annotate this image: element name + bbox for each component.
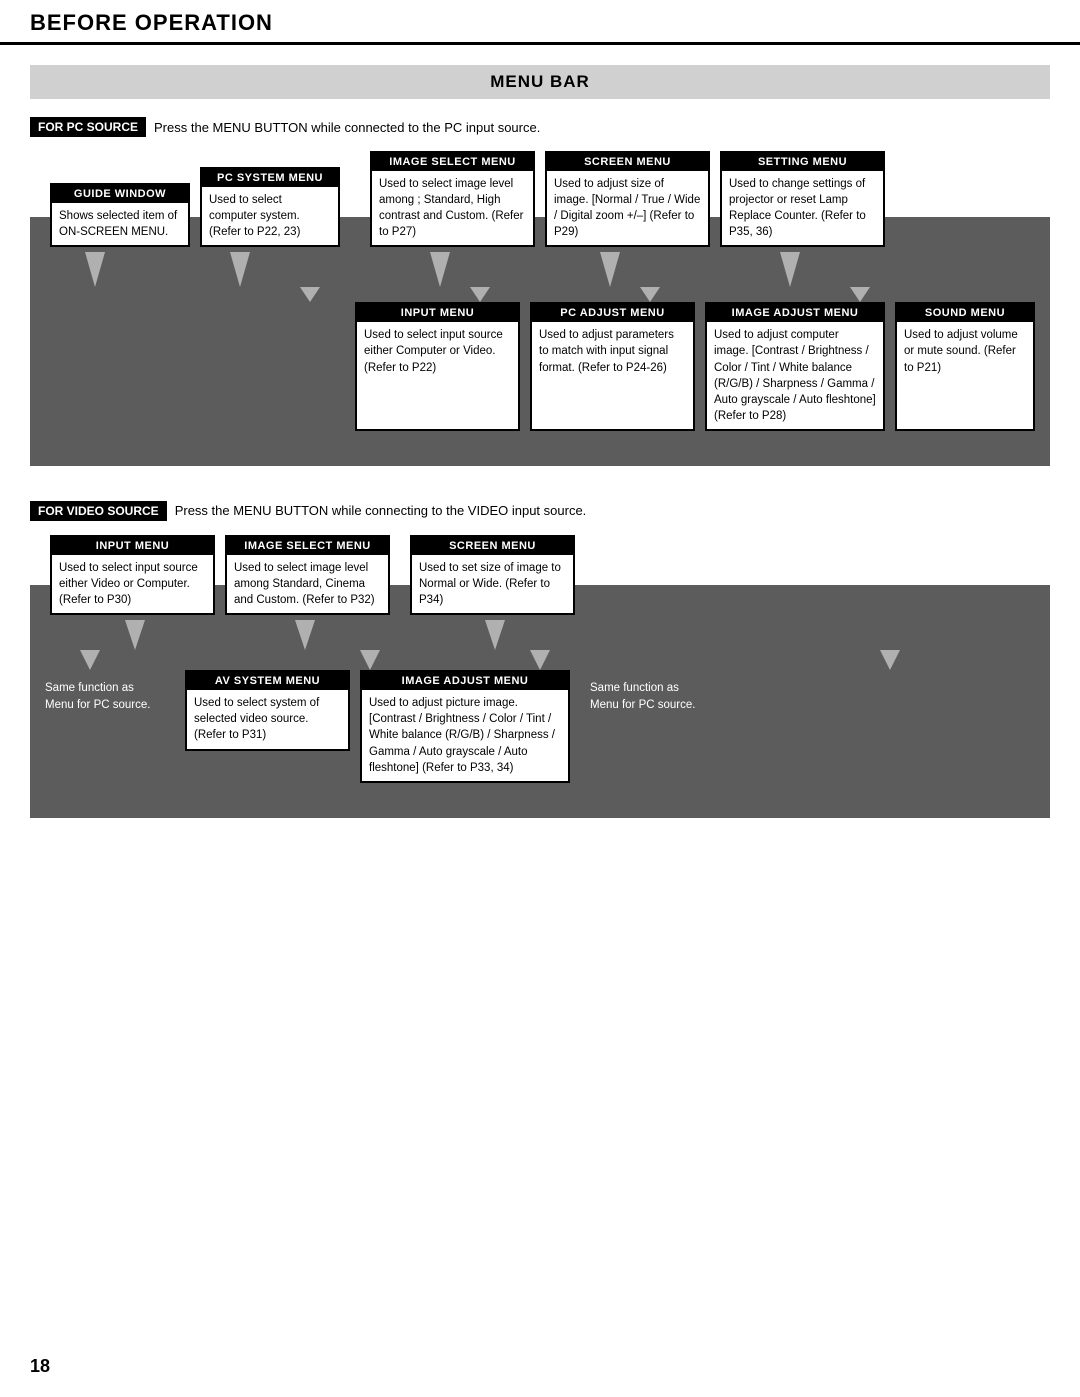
setting-menu-body: Used to change settings of projector or … <box>722 171 883 245</box>
video-source-row: FOR VIDEO SOURCE Press the MENU BUTTON w… <box>30 501 1050 521</box>
pc-top-row-wrapper: GUIDE WINDOW Shows selected item of ON-S… <box>30 151 1050 247</box>
pc-source-label: FOR PC SOURCE <box>30 117 146 137</box>
guide-window-title: GUIDE WINDOW <box>52 185 188 203</box>
pc-adjust-menu-title: PC ADJUST MENU <box>532 304 693 322</box>
main-content: MENU BAR FOR PC SOURCE Press the MENU BU… <box>0 45 1080 873</box>
av-system-menu-body: Used to select system of selected video … <box>187 690 348 748</box>
av-system-menu-box: AV SYSTEM MENU Used to select system of … <box>185 670 350 750</box>
image-adjust-menu-video-box: IMAGE ADJUST MENU Used to adjust picture… <box>360 670 570 782</box>
page-title: BEFORE OPERATION <box>30 10 1050 36</box>
image-adjust-menu-video-body: Used to adjust picture image. [Contrast … <box>362 690 568 780</box>
pc-system-menu-body: Used to select computer system. (Refer t… <box>202 187 338 245</box>
page-header: BEFORE OPERATION <box>0 0 1080 45</box>
input-menu-pc-title: INPUT MENU <box>357 304 518 322</box>
video-source-label: FOR VIDEO SOURCE <box>30 501 167 521</box>
image-select-menu-pc-body: Used to select image level among ; Stand… <box>372 171 533 245</box>
setting-menu-title: SETTING MENU <box>722 153 883 171</box>
guide-window-body: Shows selected item of ON-SCREEN MENU. <box>52 203 188 245</box>
video-right-side-text: Same function asMenu for PC source. <box>590 670 720 715</box>
setting-menu-box: SETTING MENU Used to change settings of … <box>720 151 885 247</box>
video-diagram: INPUT MENU Used to select input source e… <box>30 535 1050 818</box>
screen-menu-video-title: SCREEN MENU <box>412 537 573 555</box>
sound-menu-pc-title: SOUND MENU <box>897 304 1033 322</box>
av-system-menu-title: AV SYSTEM MENU <box>187 672 348 690</box>
image-adjust-menu-pc-title: IMAGE ADJUST MENU <box>707 304 883 322</box>
screen-menu-pc-box: SCREEN MENU Used to adjust size of image… <box>545 151 710 247</box>
image-select-menu-video-box: IMAGE SELECT MENU Used to select image l… <box>225 535 390 615</box>
video-top-row: INPUT MENU Used to select input source e… <box>30 535 1050 615</box>
screen-menu-video-box: SCREEN MENU Used to set size of image to… <box>410 535 575 615</box>
video-bottom-row: Same function asMenu for PC source. AV S… <box>30 670 1050 797</box>
input-menu-video-body: Used to select input source either Video… <box>52 555 213 613</box>
video-arrows-svg <box>30 615 1050 670</box>
sound-menu-pc-body: Used to adjust volume or mute sound. (Re… <box>897 322 1033 380</box>
screen-menu-pc-body: Used to adjust size of image. [Normal / … <box>547 171 708 245</box>
image-adjust-menu-pc-box: IMAGE ADJUST MENU Used to adjust compute… <box>705 302 885 431</box>
pc-system-menu-box: PC SYSTEM MENU Used to select computer s… <box>200 167 340 247</box>
menu-bar-title: MENU BAR <box>30 65 1050 99</box>
pc-source-row: FOR PC SOURCE Press the MENU BUTTON whil… <box>30 117 1050 137</box>
image-adjust-menu-video-title: IMAGE ADJUST MENU <box>362 672 568 690</box>
video-left-side-text: Same function asMenu for PC source. <box>45 670 175 715</box>
input-menu-video-title: INPUT MENU <box>52 537 213 555</box>
guide-window-box: GUIDE WINDOW Shows selected item of ON-S… <box>50 183 190 247</box>
image-adjust-menu-pc-body: Used to adjust computer image. [Contrast… <box>707 322 883 429</box>
pc-adjust-menu-box: PC ADJUST MENU Used to adjust parameters… <box>530 302 695 431</box>
pc-system-menu-title: PC SYSTEM MENU <box>202 169 338 187</box>
video-gray-section: Same function asMenu for PC source. AV S… <box>30 615 1050 817</box>
pc-diagram: GUIDE WINDOW Shows selected item of ON-S… <box>30 151 1050 466</box>
image-select-menu-video-title: IMAGE SELECT MENU <box>227 537 388 555</box>
pc-adjust-menu-body: Used to adjust parameters to match with … <box>532 322 693 380</box>
pc-top-row: GUIDE WINDOW Shows selected item of ON-S… <box>30 151 1050 247</box>
page-number: 18 <box>30 1356 50 1377</box>
image-select-menu-pc-box: IMAGE SELECT MENU Used to select image l… <box>370 151 535 247</box>
screen-menu-pc-title: SCREEN MENU <box>547 153 708 171</box>
image-select-menu-video-body: Used to select image level among Standar… <box>227 555 388 613</box>
image-select-menu-pc-title: IMAGE SELECT MENU <box>372 153 533 171</box>
video-source-description: Press the MENU BUTTON while connecting t… <box>175 503 587 518</box>
pc-arrows-svg <box>30 247 1050 302</box>
pc-source-description: Press the MENU BUTTON while connected to… <box>154 120 540 135</box>
pc-gray-section: INPUT MENU Used to select input source e… <box>30 247 1050 466</box>
input-menu-video-box: INPUT MENU Used to select input source e… <box>50 535 215 615</box>
pc-bottom-row: INPUT MENU Used to select input source e… <box>30 302 1050 446</box>
input-menu-pc-box: INPUT MENU Used to select input source e… <box>355 302 520 431</box>
sound-menu-pc-box: SOUND MENU Used to adjust volume or mute… <box>895 302 1035 431</box>
input-menu-pc-body: Used to select input source either Compu… <box>357 322 518 380</box>
video-top-row-wrapper: INPUT MENU Used to select input source e… <box>30 535 1050 615</box>
screen-menu-video-body: Used to set size of image to Normal or W… <box>412 555 573 613</box>
